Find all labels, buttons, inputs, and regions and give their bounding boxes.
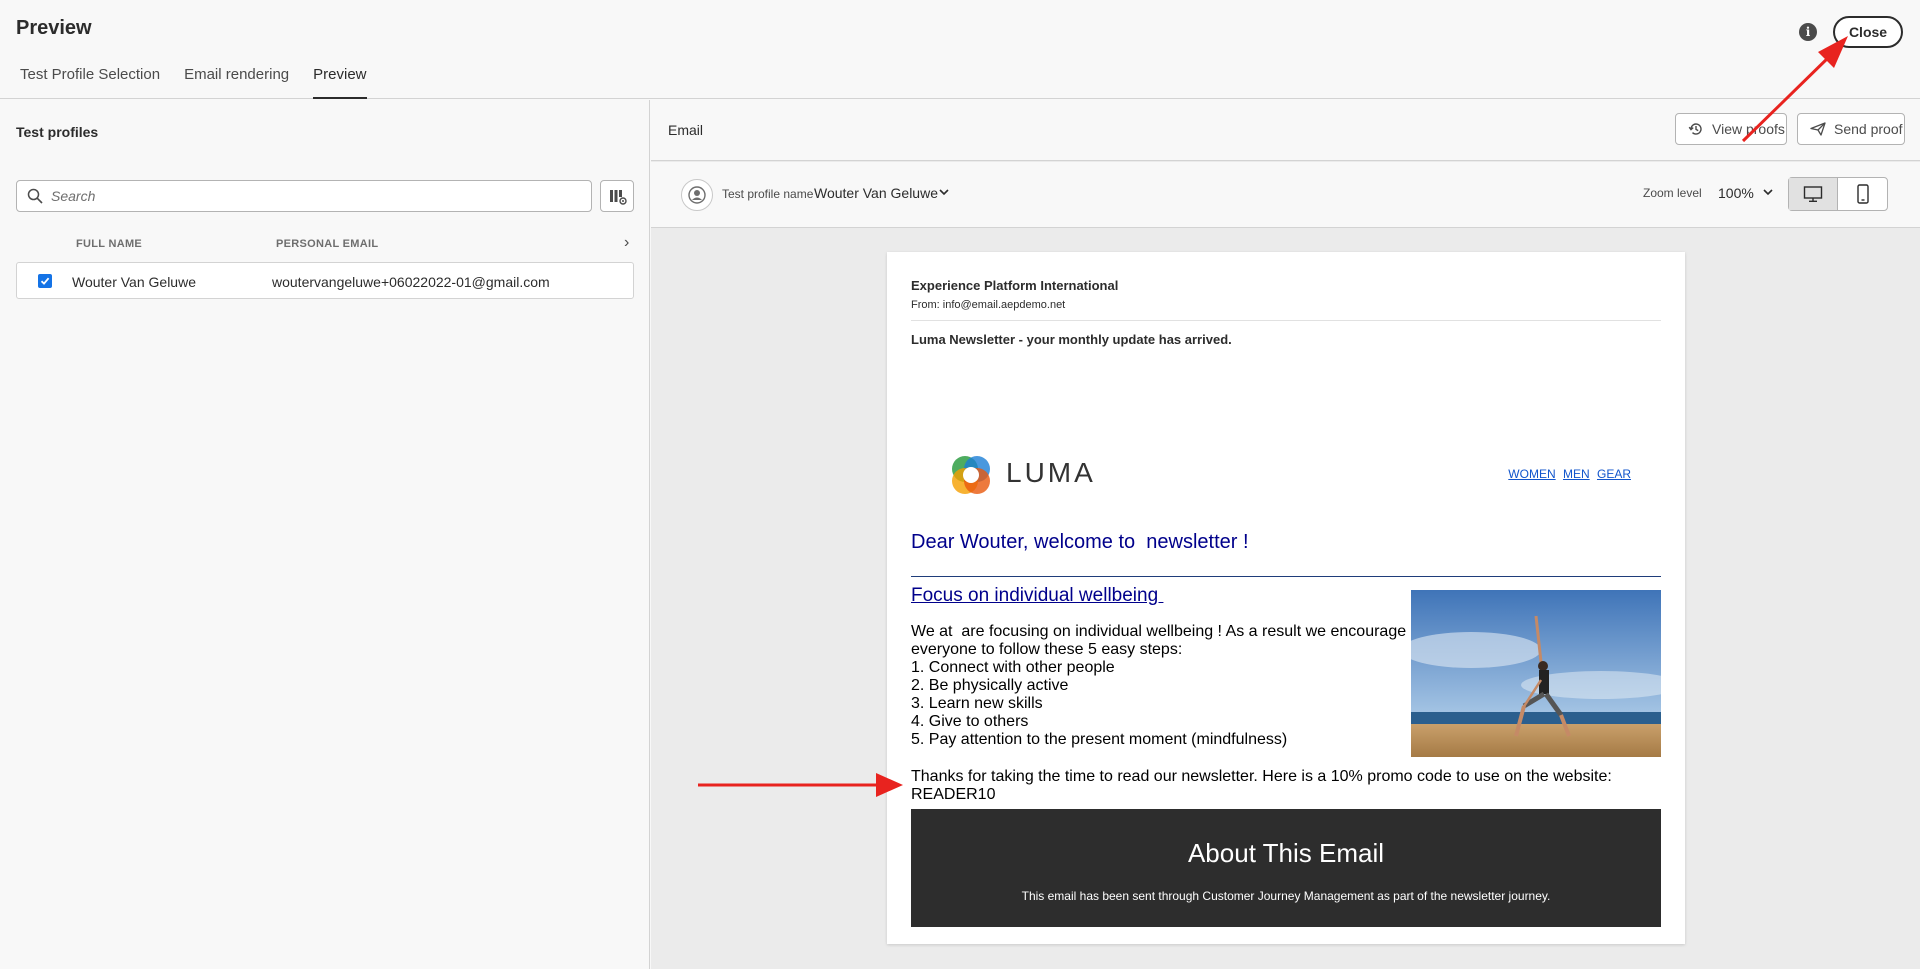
list-item: 3. Learn new skills (911, 695, 1043, 712)
column-settings-icon (610, 190, 627, 205)
test-profiles-panel: Test profiles FULL NAME PERSONAL EMAIL ›… (0, 100, 650, 969)
send-icon (1810, 122, 1826, 136)
sender-address: From: info@email.aepdemo.net (911, 299, 1066, 311)
mobile-view-button[interactable] (1838, 178, 1887, 210)
test-profile-picker[interactable]: Wouter Van Geluwe (814, 185, 938, 201)
avatar (681, 179, 713, 211)
history-icon (1688, 123, 1702, 135)
test-profiles-title: Test profiles (16, 124, 99, 140)
email-footer: About This Email This email has been sen… (911, 809, 1661, 927)
chevron-right-icon[interactable]: › (624, 234, 629, 252)
chevron-down-icon[interactable] (1762, 186, 1774, 198)
cell-full-name: Wouter Van Geluwe (72, 274, 196, 290)
footer-text: This email has been sent through Custome… (1021, 889, 1551, 903)
nav-link-gear[interactable]: GEAR (1597, 467, 1631, 481)
intro-paragraph: We at are focusing on individual wellbei… (911, 623, 1411, 658)
chevron-down-icon[interactable] (938, 186, 950, 198)
desktop-icon (1803, 186, 1823, 202)
email-nav-links: WOMEN MEN GEAR (1504, 467, 1631, 481)
search-icon (27, 188, 43, 204)
list-item: 1. Connect with other people (911, 659, 1115, 676)
yoga-photo (1411, 590, 1661, 757)
email-body: LUMA WOMEN MEN GEAR Dear Wouter, welcome… (911, 367, 1661, 927)
divider (911, 320, 1661, 321)
preview-header: Preview Test Profile Selection Email ren… (0, 0, 1920, 99)
tab-test-profile-selection[interactable]: Test Profile Selection (20, 66, 160, 99)
focus-heading-link[interactable]: Focus on individual wellbeing (911, 585, 1163, 607)
sender-name: Experience Platform International (911, 278, 1119, 293)
email-greeting: Dear Wouter, welcome to newsletter ! (911, 531, 1249, 553)
profile-bar: Test profile name Wouter Van Geluwe Zoom… (651, 162, 1920, 228)
device-toggle (1788, 177, 1888, 211)
desktop-view-button[interactable] (1789, 178, 1839, 210)
list-item: 2. Be physically active (911, 677, 1069, 694)
column-settings-button[interactable] (600, 180, 634, 212)
row-checkbox[interactable] (38, 274, 52, 288)
nav-link-men[interactable]: MEN (1563, 467, 1590, 481)
search-input[interactable] (51, 181, 581, 211)
close-button[interactable]: Close (1833, 16, 1903, 48)
brand-name: LUMA (1006, 457, 1096, 488)
footer-title: About This Email (1187, 838, 1385, 868)
mobile-icon (1856, 184, 1869, 204)
email-panel-title: Email (668, 122, 704, 138)
info-icon[interactable]: i (1799, 23, 1817, 41)
page-title: Preview (16, 17, 92, 39)
tab-email-rendering[interactable]: Email rendering (184, 66, 289, 99)
luma-logo-icon (952, 456, 990, 494)
table-row[interactable]: Wouter Van Geluwe woutervangeluwe+060220… (16, 262, 634, 299)
zoom-level-picker[interactable]: 100% (1718, 185, 1754, 201)
column-header-personal-email[interactable]: PERSONAL EMAIL (276, 238, 378, 250)
list-item: 5. Pay attention to the present moment (… (911, 731, 1288, 748)
tab-preview[interactable]: Preview (313, 66, 367, 99)
list-item: 4. Give to others (911, 713, 1029, 730)
promo-text: Thanks for taking the time to read our n… (911, 768, 1612, 803)
checkmark-icon (40, 277, 50, 285)
nav-link-women[interactable]: WOMEN (1508, 467, 1555, 481)
preview-tabs: Test Profile Selection Email rendering P… (20, 66, 391, 99)
email-preview-card: Experience Platform International From: … (887, 252, 1685, 944)
zoom-level-label: Zoom level (1643, 186, 1702, 200)
view-proofs-button[interactable]: View proofs (1675, 113, 1787, 145)
send-proof-label: Send proof (1834, 121, 1903, 137)
cell-personal-email: woutervangeluwe+06022022-01@gmail.com (272, 274, 550, 290)
send-proof-button[interactable]: Send proof (1797, 113, 1905, 145)
email-toolbar: Email View proofs Send proof (651, 100, 1920, 161)
search-box (16, 180, 592, 212)
email-subject: Luma Newsletter - your monthly update ha… (911, 332, 1232, 347)
view-proofs-label: View proofs (1712, 121, 1785, 137)
divider (911, 576, 1661, 577)
email-body-text: We at are focusing on individual wellbei… (911, 623, 1411, 749)
column-header-full-name[interactable]: FULL NAME (76, 238, 142, 250)
user-icon (688, 186, 706, 204)
test-profile-label: Test profile name (722, 187, 814, 201)
